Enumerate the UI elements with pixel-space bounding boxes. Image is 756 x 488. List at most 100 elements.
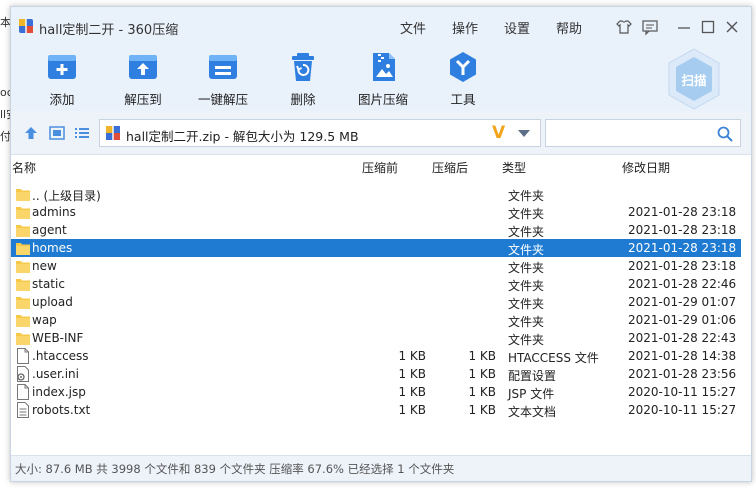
folder-icon [16,240,30,256]
folder-icon [16,330,30,346]
file-name: upload [32,295,73,309]
file-size-before: 1 KB [398,367,426,381]
menu-file[interactable]: 文件 [400,18,426,37]
header: hall定制二开 - 360压缩 文件 操作 设置 帮助 添加 解压到 一键解压… [11,7,751,111]
file-row[interactable]: index.jsp 1 KB 1 KB JSP 文件 2020-10-11 15:27 [11,383,741,401]
menu-operate[interactable]: 操作 [452,18,478,37]
file-size-after: 1 KB [468,385,496,399]
file-name: .user.ini [32,367,79,381]
path-text: hall定制二开.zip - 解包大小为 129.5 MB [126,129,359,144]
file-name: admins [32,205,76,219]
file-row[interactable]: .user.ini 1 KB 1 KB 配置设置 2021-01-28 23:56 [11,365,741,383]
file-size-before: 1 KB [398,385,426,399]
archive-window: hall定制二开 - 360压缩 文件 操作 设置 帮助 添加 解压到 一键解压… [10,6,752,482]
list-view-icon[interactable] [74,126,90,140]
file-type: 文件夹 [508,243,545,257]
file-row[interactable]: homes 文件夹 2021-01-28 23:18 [11,239,741,257]
close-icon[interactable] [723,18,741,36]
file-row[interactable]: wap 文件夹 2021-01-29 01:06 [11,311,741,329]
address-bar-row: hall定制二开.zip - 解包大小为 129.5 MB V [11,111,751,155]
add-button[interactable]: 添加 [27,51,97,109]
background-window: 本 oc ll安 付 [0,0,10,488]
add-label: 添加 [49,92,75,107]
status-bar: 大小: 87.6 MB 共 3998 个文件和 839 个文件夹 压缩率 67.… [11,455,751,481]
file-type: 文件夹 [508,189,545,203]
folder-icon [16,258,30,274]
image-compress-label: 图片压缩 [357,92,408,107]
file-modified: 2021-01-28 23:18 [628,241,737,255]
skin-shirt-icon[interactable] [615,18,633,36]
file-modified: 2021-01-28 14:38 [628,349,737,363]
file-row[interactable]: admins 文件夹 2021-01-28 23:18 [11,203,741,221]
file-type: 文本文档 [508,405,557,419]
file-name: agent [32,223,67,237]
file-name: index.jsp [32,385,86,399]
file-type: HTACCESS 文件 [508,351,599,365]
image-compress-icon [373,53,395,81]
window-title: hall定制二开 - 360压缩 [39,23,179,38]
column-name[interactable]: 名称 [12,159,36,176]
file-type: 文件夹 [508,207,545,221]
file-row[interactable]: new 文件夹 2021-01-28 23:18 [11,257,741,275]
add-icon [48,55,76,79]
column-type[interactable]: 类型 [502,159,526,176]
file-modified: 2021-01-28 22:43 [628,331,737,345]
one-click-extract-label: 一键解压 [197,92,248,107]
file-size-before: 1 KB [398,403,426,417]
file-modified: 2020-10-11 15:27 [628,403,737,417]
column-size-before[interactable]: 压缩前 [362,159,398,176]
file-row[interactable]: robots.txt 1 KB 1 KB 文本文档 2020-10-11 15:27 [11,401,741,419]
file-modified: 2021-01-29 01:07 [628,295,737,309]
file-modified: 2021-01-28 23:18 [628,205,737,219]
path-bar[interactable]: hall定制二开.zip - 解包大小为 129.5 MB V [99,119,541,147]
scan-button[interactable]: 扫描 [665,47,723,111]
feedback-icon[interactable] [641,18,659,36]
file-row[interactable]: agent 文件夹 2021-01-28 23:18 [11,221,741,239]
scan-label: 扫描 [681,73,707,88]
file-list: 名称 压缩前 压缩后 类型 修改日期 .. (上级目录) 文件夹 admins 文件夹… [11,155,751,455]
file-name: .. (上级目录) [32,189,101,203]
file-type: 文件夹 [508,279,545,293]
file-row[interactable]: .htaccess 1 KB 1 KB HTACCESS 文件 2021-01-28 1… [11,347,741,365]
file-row[interactable]: static 文件夹 2021-01-28 22:46 [11,275,741,293]
tools-label: 工具 [450,92,476,107]
title-bar: hall定制二开 - 360压缩 文件 操作 设置 帮助 [11,7,751,45]
path-dropdown-icon[interactable] [518,130,530,137]
background-text: oc [0,86,10,99]
text-file-icon [16,402,30,418]
folder-icon [16,186,30,202]
file-row[interactable]: WEB-INF 文件夹 2021-01-28 22:43 [11,329,741,347]
extract-to-button[interactable]: 解压到 [108,51,178,109]
search-box [545,119,741,147]
one-click-extract-icon [209,55,237,79]
up-arrow-icon[interactable] [23,126,39,140]
menu-settings[interactable]: 设置 [504,18,530,37]
search-input[interactable] [550,124,710,142]
minimize-icon[interactable] [675,18,693,36]
file-row[interactable]: upload 文件夹 2021-01-29 01:07 [11,293,741,311]
delete-button[interactable]: 删除 [268,51,338,109]
column-size-after[interactable]: 压缩后 [432,159,468,176]
search-icon[interactable] [716,125,734,143]
vip-badge-icon[interactable]: V [492,123,505,143]
folder-icon [16,222,30,238]
extract-to-icon [129,55,157,79]
background-text: ll安 [0,108,10,121]
maximize-icon[interactable] [699,18,717,36]
tools-button[interactable]: 工具 [428,51,498,109]
image-compress-button[interactable]: 图片压缩 [348,51,418,109]
thumbnail-view-icon[interactable] [49,126,65,140]
file-name: homes [32,241,73,255]
background-text: 本 [0,16,10,29]
file-row[interactable]: .. (上级目录) 文件夹 [11,185,741,203]
status-text: 大小: 87.6 MB 共 3998 个文件和 839 个文件夹 压缩率 67.… [15,462,455,476]
menu-help[interactable]: 帮助 [556,18,582,37]
file-name: new [32,259,57,273]
file-type: 文件夹 [508,333,545,347]
column-modified[interactable]: 修改日期 [622,159,670,176]
file-name: robots.txt [32,403,91,417]
file-modified: 2021-01-28 23:18 [628,223,737,237]
one-click-extract-button[interactable]: 一键解压 [188,51,258,109]
extract-to-label: 解压到 [124,92,162,107]
zip-archive-icon [106,126,120,140]
